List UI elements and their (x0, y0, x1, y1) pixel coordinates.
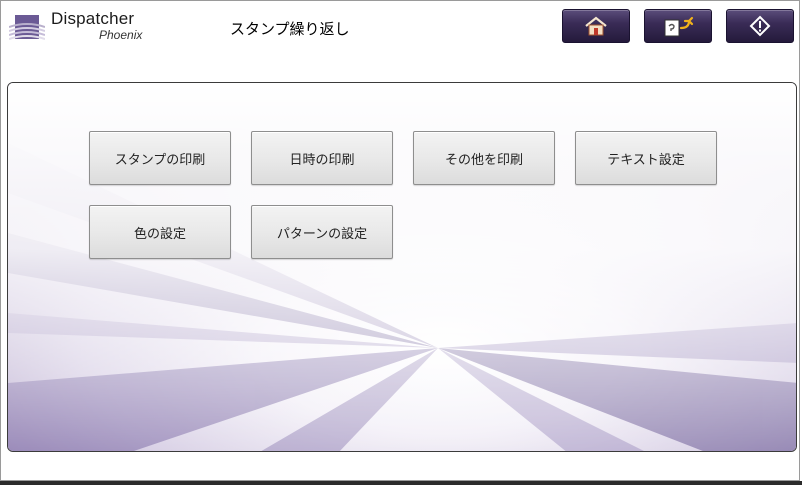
app-subname: Phoenix (99, 28, 143, 42)
print-other-button[interactable]: その他を印刷 (413, 131, 555, 185)
app-name: Dispatcher (51, 9, 135, 28)
tile-label: その他を印刷 (444, 152, 523, 168)
tile-label: パターンの設定 (276, 226, 368, 242)
main-panel: スタンプの印刷 日時の印刷 その他を印刷 テキスト設定 色の設定 パターンの設定 (7, 82, 797, 452)
tile-label: 色の設定 (133, 226, 186, 242)
page-title: スタンプ繰り返し (230, 20, 350, 38)
tile-label: スタンプの印刷 (114, 152, 206, 168)
tile-label: 日時の印刷 (289, 152, 355, 168)
print-stamp-button[interactable]: スタンプの印刷 (89, 131, 231, 185)
back-button[interactable] (644, 9, 712, 43)
app-window: Dispatcher Phoenix スタンプ繰り返し スタンプの印刷 日時の印… (0, 0, 800, 481)
bottom-border (0, 481, 802, 485)
home-icon (585, 16, 607, 36)
app-logo: Dispatcher Phoenix (9, 9, 149, 45)
dispatcher-logo-icon (9, 15, 45, 40)
pattern-settings-button[interactable]: パターンの設定 (251, 205, 393, 259)
tile-label: テキスト設定 (607, 152, 685, 168)
start-diamond-icon (749, 15, 771, 37)
color-settings-button[interactable]: 色の設定 (89, 205, 231, 259)
home-button[interactable] (562, 9, 630, 43)
text-settings-button[interactable]: テキスト設定 (575, 131, 717, 185)
start-button[interactable] (726, 9, 794, 43)
print-datetime-button[interactable]: 日時の印刷 (251, 131, 393, 185)
return-document-icon (664, 16, 694, 37)
